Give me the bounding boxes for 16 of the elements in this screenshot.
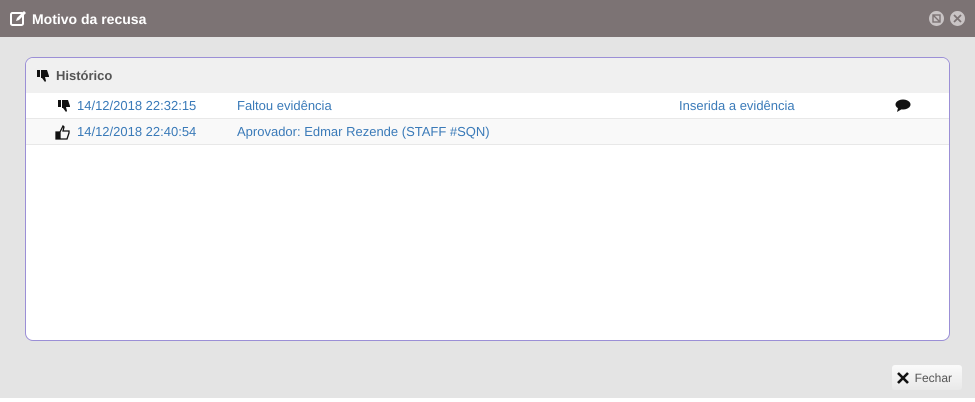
thumbs-down-icon <box>36 68 50 82</box>
close-dialog-button[interactable]: Fechar <box>892 365 962 390</box>
speech-bubble-icon <box>895 99 911 112</box>
panel-title: Histórico <box>56 68 112 83</box>
response-text: Inserida a evidência <box>679 98 796 113</box>
window-title: Motivo da recusa <box>32 10 148 26</box>
minimize-button[interactable] <box>929 11 944 26</box>
reason-text: Faltou evidência <box>237 98 333 113</box>
thumbs-up-icon <box>55 124 71 140</box>
date-text: 14/12/2018 22:40:54 <box>77 124 198 139</box>
edit-icon <box>10 10 26 26</box>
close-icon <box>896 370 910 384</box>
reason-text: Aprovador: Edmar Rezende (STAFF #SQN) <box>237 124 491 139</box>
close-button[interactable] <box>950 11 965 26</box>
thumbs-down-icon <box>57 98 71 112</box>
date-text: 14/12/2018 22:32:15 <box>77 98 198 113</box>
